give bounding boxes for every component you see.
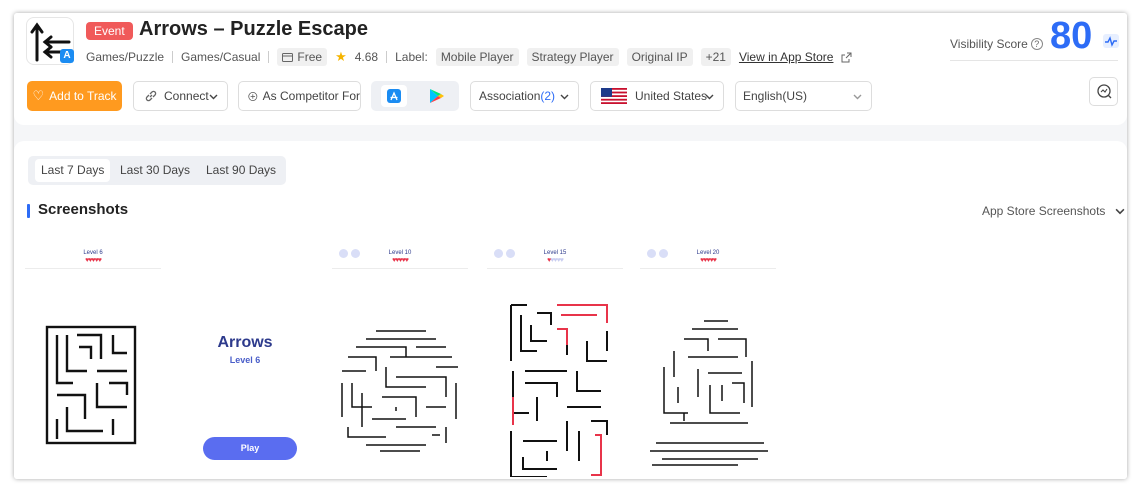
country-dropdown[interactable]: United States	[590, 81, 724, 111]
heart-icon: ♥♥♥♥	[550, 257, 564, 264]
visibility-label: Visibility Score ?	[950, 37, 1043, 51]
maze-image	[341, 330, 458, 452]
game-logo: Arrows	[217, 334, 273, 351]
period-selector: Last 7 Days Last 30 Days Last 90 Days	[28, 156, 286, 185]
maze-image	[650, 320, 768, 466]
level-header: Level 15 ♥♥♥♥♥	[487, 243, 623, 269]
star-icon: ★	[335, 49, 347, 64]
association-dropdown[interactable]: Association (2)	[470, 81, 579, 111]
play-button: Play	[203, 437, 297, 460]
section-title: Screenshots	[38, 201, 129, 218]
level-label: Level 15	[543, 250, 567, 256]
level-label: Level 20	[696, 250, 720, 256]
screenshot[interactable]: Level 20 ♥♥♥♥♥	[640, 241, 776, 479]
level-label: Level 10	[388, 250, 412, 256]
divider	[172, 51, 174, 63]
country-label: United States	[635, 89, 708, 103]
level-label: Level 6	[229, 355, 261, 365]
association-label: Association	[479, 89, 541, 103]
event-badge: Event	[86, 22, 133, 40]
rating-value: 4.68	[354, 50, 379, 64]
label-chip[interactable]: Mobile Player	[435, 48, 519, 66]
compare-icon	[1097, 84, 1112, 99]
app-meta-row: Games/Puzzle Games/Casual Free ★ 4.68 La…	[86, 47, 852, 67]
chevron-down-icon	[560, 94, 569, 100]
platform-toggle	[371, 81, 459, 111]
association-count: (2)	[540, 89, 556, 103]
level-header: Level 10 ♥♥♥♥♥	[332, 243, 468, 269]
heart-icon: ♥♥♥♥♥	[700, 257, 717, 264]
heart-icon: ♡	[32, 88, 45, 103]
label-chip[interactable]: Original IP	[626, 48, 693, 66]
chevron-down-icon	[1115, 208, 1125, 215]
as-competitor-button[interactable]: As Competitor For	[238, 81, 361, 111]
chevron-down-icon	[853, 94, 862, 100]
plus-circle-icon	[248, 91, 258, 101]
add-to-track-button[interactable]: ♡ Add to Track	[27, 81, 122, 111]
platform-ios-button[interactable]	[381, 85, 407, 107]
pulse-icon[interactable]	[1103, 34, 1119, 48]
store-select-label: App Store Screenshots	[982, 204, 1106, 218]
app-store-icon	[387, 89, 401, 103]
as-competitor-label: As Competitor For	[262, 89, 360, 103]
connect-label: Connect	[164, 89, 209, 103]
language-label: English(US)	[743, 89, 808, 103]
link-icon	[145, 90, 157, 102]
chevron-down-icon	[705, 94, 714, 100]
level-header: Level 6 ♥♥♥♥♥	[25, 243, 161, 269]
screenshot[interactable]: Arrows Level 6 Play	[177, 241, 313, 479]
hearts: ♥♥♥♥♥	[25, 257, 161, 264]
heart-icon: ♥♥♥♥♥	[392, 257, 409, 264]
period-last-7-days[interactable]: Last 7 Days	[35, 159, 111, 182]
external-link-icon[interactable]	[841, 52, 852, 63]
label-chip[interactable]: Strategy Player	[526, 48, 619, 66]
hearts: ♥♥♥♥♥	[640, 257, 776, 264]
visibility-score: 80	[1050, 15, 1093, 57]
store-screenshot-select[interactable]: App Store Screenshots	[982, 204, 1125, 218]
screenshot[interactable]: Level 6 ♥♥♥♥♥	[25, 241, 161, 479]
period-last-90-days[interactable]: Last 90 Days	[200, 159, 282, 182]
category-casual[interactable]: Games/Casual	[181, 50, 260, 64]
view-in-app-store-link[interactable]: View in App Store	[739, 50, 834, 64]
app-title: Arrows – Puzzle Escape	[139, 18, 368, 40]
toolbar: ♡ Add to Track Connect As Competitor For	[27, 81, 1117, 111]
compare-button[interactable]	[1089, 77, 1118, 106]
divider	[268, 51, 270, 63]
screenshots-panel: Last 7 Days Last 30 Days Last 90 Days Sc…	[14, 141, 1127, 479]
connect-dropdown[interactable]: Connect	[133, 81, 228, 111]
platform-google-play-button[interactable]	[423, 85, 449, 107]
screenshot[interactable]: Level 15 ♥♥♥♥♥	[487, 241, 623, 479]
price-text: Free	[297, 50, 323, 64]
app-store-badge-icon: A	[60, 49, 74, 63]
category-puzzle[interactable]: Games/Puzzle	[86, 50, 164, 64]
app-detail-window: A Event Arrows – Puzzle Escape Games/Puz…	[14, 13, 1127, 479]
divider	[386, 51, 388, 63]
price-chip: Free	[277, 48, 328, 66]
divider	[950, 60, 1118, 61]
help-icon[interactable]: ?	[1030, 38, 1043, 50]
hearts: ♥♥♥♥♥	[487, 257, 623, 264]
language-dropdown[interactable]: English(US)	[735, 81, 872, 111]
card-icon	[282, 52, 294, 62]
us-flag-icon	[601, 88, 627, 104]
section-marker	[27, 204, 30, 218]
maze-image	[45, 325, 137, 445]
period-last-30-days[interactable]: Last 30 Days	[114, 159, 196, 182]
chevron-down-icon	[209, 94, 218, 100]
app-header: A Event Arrows – Puzzle Escape Games/Puz…	[14, 13, 1127, 125]
add-to-track-label: Add to Track	[49, 89, 117, 103]
labels-more[interactable]: +21	[700, 48, 731, 66]
hearts: ♥♥♥♥♥	[332, 257, 468, 264]
level-label: Level 6	[83, 250, 103, 256]
label-caption: Label:	[395, 50, 428, 64]
screenshot[interactable]: Level 10 ♥♥♥♥♥	[332, 241, 468, 479]
google-play-icon	[430, 89, 444, 103]
visibility-label-text: Visibility Score	[950, 37, 1028, 51]
level-header: Level 20 ♥♥♥♥♥	[640, 243, 776, 269]
heart-icon: ♥♥♥♥♥	[85, 257, 102, 264]
maze-image	[510, 304, 608, 477]
